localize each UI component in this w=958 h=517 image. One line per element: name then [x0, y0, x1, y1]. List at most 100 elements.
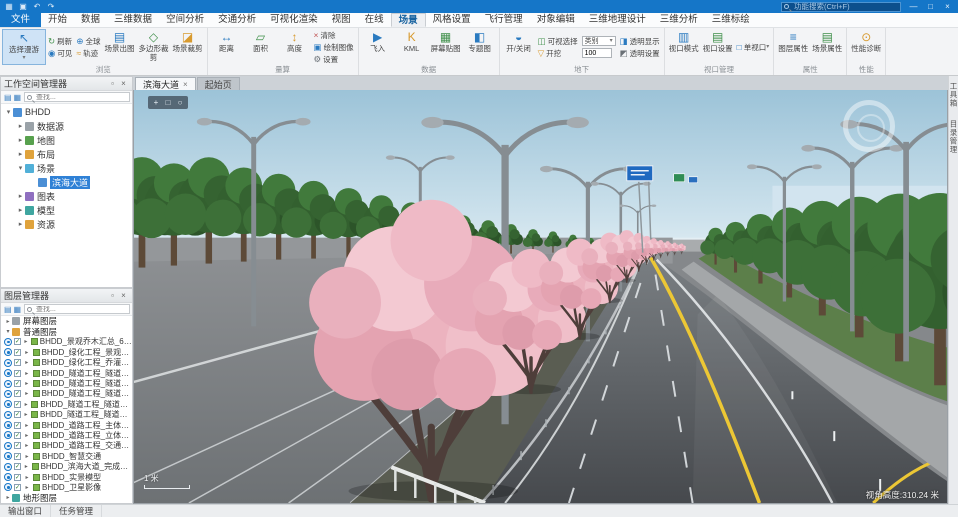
status-bar-tab[interactable]: 任务管理	[51, 505, 102, 517]
ribbon-tab[interactable]: 视图	[325, 13, 358, 27]
polygon-clip-button[interactable]: 多边形裁剪	[137, 29, 171, 65]
expand-icon[interactable]	[16, 206, 25, 214]
close-button[interactable]	[939, 0, 956, 13]
expand-icon[interactable]	[23, 338, 29, 345]
tree-item-maps[interactable]: 地图	[1, 133, 132, 147]
expand-icon[interactable]	[23, 349, 31, 356]
expand-icon[interactable]	[23, 474, 31, 481]
ribbon-tab[interactable]: 三维地理设计	[582, 13, 653, 27]
expand-icon[interactable]	[16, 136, 25, 144]
ribbon-tab[interactable]: 三维标绘	[705, 13, 757, 27]
ribbon-tab[interactable]: 交通分析	[211, 13, 263, 27]
expand-icon[interactable]	[23, 432, 31, 439]
ribbon-tab[interactable]: 风格设置	[426, 13, 478, 27]
workspace-search-input[interactable]	[34, 94, 129, 101]
layer-row[interactable]: BHDD_绿化工程_乔灌合集	[1, 358, 132, 368]
layer-visibility-eye-icon[interactable]	[4, 338, 12, 346]
layer-checkbox[interactable]	[14, 338, 21, 345]
layer-visibility-eye-icon[interactable]	[4, 359, 12, 367]
expand-icon[interactable]	[23, 401, 29, 408]
ribbon-tab[interactable]: 三维分析	[653, 13, 705, 27]
layer-visibility-eye-icon[interactable]	[4, 411, 12, 419]
orbit-tool-icon[interactable]	[174, 97, 186, 108]
expand-icon[interactable]	[23, 442, 31, 449]
layer-visibility-eye-icon[interactable]	[4, 421, 12, 429]
layer-checkbox[interactable]	[14, 411, 21, 418]
tree-item-layouts[interactable]: 布局	[1, 147, 132, 161]
layer-checkbox[interactable]	[14, 390, 21, 397]
workspace-search-box[interactable]	[24, 92, 130, 102]
workspace-open-icon[interactable]	[3, 93, 13, 102]
opacity-input[interactable]	[582, 48, 612, 58]
ribbon-tab[interactable]: 空间分析	[159, 13, 211, 27]
layer-row[interactable]: BHDD_隧道工程_隧道物线_照明	[1, 399, 132, 409]
pin-icon[interactable]	[107, 79, 118, 88]
select-box-tool-icon[interactable]	[162, 97, 174, 108]
visible-select-button[interactable]: 可视选择	[536, 35, 580, 47]
expand-icon[interactable]	[16, 192, 25, 200]
expand-icon[interactable]	[23, 359, 31, 366]
layer-row[interactable]: BHDD_滨海大道_完成绿建工程	[1, 461, 132, 471]
globe-button[interactable]: 全球	[74, 35, 102, 47]
right-dock-tab[interactable]: 工具箱	[948, 82, 958, 108]
layer-checkbox[interactable]	[14, 432, 21, 439]
layer-checkbox[interactable]	[14, 359, 21, 366]
layer-search-box[interactable]	[24, 304, 130, 314]
layer-checkbox[interactable]	[14, 484, 21, 491]
screen-overlay-button[interactable]: 屏幕贴图	[429, 29, 463, 65]
scene-export-button[interactable]: 场景出图	[103, 29, 137, 65]
expand-icon[interactable]	[23, 453, 31, 460]
layer-visibility-eye-icon[interactable]	[4, 473, 12, 481]
layer-group-normal[interactable]: 普通图层	[1, 326, 132, 336]
function-search-box[interactable]	[781, 2, 901, 12]
expand-icon[interactable]	[4, 108, 13, 116]
scene-clip-button[interactable]: 场景裁剪	[171, 29, 205, 65]
single-viewport-button[interactable]: 单视口▾	[735, 41, 772, 53]
compass-navigation[interactable]	[843, 100, 895, 152]
layer-checkbox[interactable]	[14, 442, 21, 449]
category-select[interactable]: 类别▾	[582, 36, 616, 46]
tree-item-scenes[interactable]: 场景	[1, 161, 132, 175]
excavate-button[interactable]: 开挖	[536, 47, 580, 59]
layer-checkbox[interactable]	[14, 349, 21, 356]
layer-checkbox[interactable]	[14, 453, 21, 460]
tree-item-scene-binhai[interactable]: 滨海大道	[1, 175, 132, 189]
layer-visibility-eye-icon[interactable]	[4, 442, 12, 450]
layer-group-screen[interactable]: 屏幕图层	[1, 316, 132, 326]
ribbon-tab[interactable]: 数据	[74, 13, 107, 27]
layer-row[interactable]: BHDD_道路工程_交通设施	[1, 441, 132, 451]
layer-row[interactable]: BHDD_隧道工程_隧道设备	[1, 368, 132, 378]
layer-checkbox[interactable]	[14, 380, 21, 387]
viewport-mode-button[interactable]: 视口模式	[667, 29, 701, 65]
visible-button[interactable]: 可见	[46, 47, 74, 59]
select-roam-button[interactable]: 选择漫游 ▾	[2, 29, 46, 65]
ribbon-tab[interactable]: 对象编辑	[530, 13, 582, 27]
app-menu-icon[interactable]	[2, 0, 16, 13]
document-tab[interactable]: 起始页 ×	[197, 77, 240, 90]
document-tab[interactable]: 滨海大道 ×	[135, 77, 196, 90]
thematic-map-button[interactable]: 专题图	[463, 29, 497, 65]
layer-row[interactable]: BHDD_智慧交通	[1, 451, 132, 461]
close-panel-icon[interactable]	[118, 79, 129, 88]
undo-icon[interactable]	[30, 0, 44, 13]
layer-row[interactable]: BHDD_景观乔木汇总_64@景观树木	[1, 337, 132, 347]
layer-row[interactable]: BHDD_隧道工程_隧道管线	[1, 389, 132, 399]
tree-item-workspace-root[interactable]: BHDD	[1, 105, 132, 119]
function-search-input[interactable]	[791, 2, 900, 11]
layer-checkbox[interactable]	[14, 370, 21, 377]
layer-attributes-button[interactable]: 图层属性	[776, 29, 810, 65]
ribbon-tab[interactable]: 飞行管理	[478, 13, 530, 27]
ribbon-tab[interactable]: 在线	[358, 13, 391, 27]
distance-button[interactable]: 距离	[210, 29, 244, 65]
tree-item-charts[interactable]: 图表	[1, 189, 132, 203]
layer-visibility-eye-icon[interactable]	[4, 369, 12, 377]
tree-item-resources[interactable]: 资源	[1, 217, 132, 231]
ribbon-tab[interactable]: 文件	[0, 13, 41, 27]
transparent-display-button[interactable]: 透明显示	[618, 35, 662, 47]
expand-icon[interactable]	[4, 494, 12, 501]
3d-scene-viewport[interactable]: 1 米 视角高度:310.24 米	[133, 90, 948, 504]
expand-icon[interactable]	[4, 318, 12, 325]
expand-icon[interactable]	[16, 220, 25, 228]
tree-item-models[interactable]: 模型	[1, 203, 132, 217]
ribbon-tab[interactable]: 可视化渲染	[263, 13, 325, 27]
